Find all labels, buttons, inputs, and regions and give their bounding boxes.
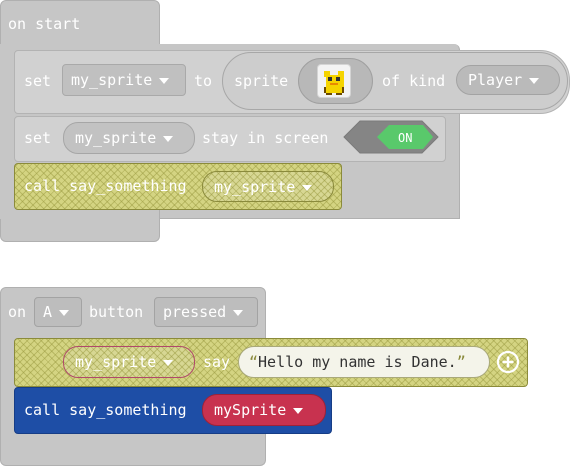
on-start-foot <box>0 210 160 242</box>
close-quote: ” <box>456 353 466 371</box>
sprite-label: sprite <box>234 72 289 90</box>
event-dropdown[interactable]: pressed <box>154 297 258 327</box>
to-label: to <box>194 72 213 90</box>
call-label: call say_something <box>24 401 187 419</box>
chevron-down-icon <box>159 78 170 84</box>
sprite-variable-reporter[interactable]: my_sprite <box>63 346 195 378</box>
on-label: on <box>8 303 27 321</box>
argument-variable-reporter[interactable]: mySprite <box>202 394 326 426</box>
yellow-duck-sprite-icon <box>324 71 344 95</box>
chevron-down-icon <box>59 310 70 316</box>
toggle-label: ON <box>398 131 413 145</box>
button-label: button <box>89 303 144 321</box>
chevron-down-icon <box>302 184 313 191</box>
call-label: call say_something <box>24 177 187 195</box>
set-label: set <box>24 72 52 90</box>
chevron-down-icon <box>163 360 174 366</box>
button-dropdown[interactable]: A <box>34 297 82 327</box>
on-start-label: on start <box>8 15 81 33</box>
toggle-on-switch[interactable] <box>343 120 439 154</box>
argument-reporter[interactable]: my_sprite <box>202 171 334 202</box>
chevron-down-icon <box>293 408 304 414</box>
variable-dropdown[interactable]: my_sprite <box>62 64 186 96</box>
sprite-variable-reporter[interactable]: my_sprite <box>63 122 195 154</box>
set-label: set <box>24 129 52 147</box>
open-quote: “ <box>249 353 259 371</box>
of-kind-label: of kind <box>382 72 446 90</box>
chevron-down-icon <box>163 136 174 142</box>
sprite-thumbnail[interactable] <box>317 64 351 98</box>
text-string-input[interactable]: “Hello my name is Dane.” <box>238 346 490 378</box>
chevron-down-icon <box>529 78 540 84</box>
say-label: say <box>203 353 231 371</box>
add-circle-icon[interactable] <box>496 350 520 374</box>
chevron-down-icon <box>233 310 244 316</box>
stay-in-screen-label: stay in screen <box>202 129 329 147</box>
kind-dropdown[interactable]: Player <box>456 65 560 95</box>
